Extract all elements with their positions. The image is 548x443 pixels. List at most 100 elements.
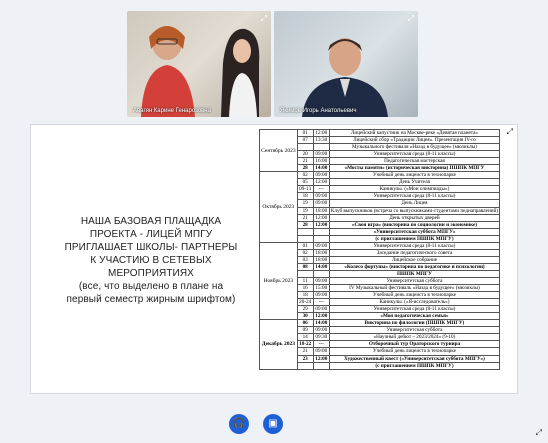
time-cell: 18:00 <box>312 206 330 215</box>
event-cell: День Учителя <box>328 178 501 187</box>
expand-icon[interactable]: ⤢ <box>536 428 542 438</box>
time-cell: 15:00 <box>312 284 330 293</box>
event-cell: Лицейский капустник на Москве-реке «Девя… <box>328 128 501 138</box>
expand-icon[interactable]: ⤢ <box>408 14 414 24</box>
day-cell: 21 <box>296 213 314 222</box>
event-cell: «Своя игра» (викторина по социологии и э… <box>328 220 501 229</box>
time-cell <box>312 227 330 236</box>
time-cell: 12:00 <box>312 213 330 222</box>
time-cell: 09:00 <box>312 150 330 159</box>
time-cell: 12:00 <box>312 312 330 321</box>
time-cell: 09:00 <box>312 192 330 201</box>
event-cell: День Лицея <box>328 199 501 208</box>
day-cell <box>296 361 314 370</box>
time-cell: 12:00 <box>312 128 330 138</box>
day-cell: 02 <box>296 248 314 257</box>
day-cell: 16 <box>296 284 314 293</box>
expand-icon[interactable]: ⤢ <box>261 14 267 24</box>
event-cell: «Научный дебют – 2023/2024» (9-10) <box>328 333 501 342</box>
day-cell: 06 <box>296 319 314 328</box>
day-cell: 02 <box>296 171 314 180</box>
camera-off-icon: ▣ <box>268 418 278 429</box>
participant-2-video-icon <box>302 38 388 117</box>
day-cell: 19 <box>296 199 314 208</box>
month-cell: Декабрь 2023 <box>259 319 298 370</box>
month-cell: Сентябрь 2023 <box>259 128 298 173</box>
time-cell: 09:00 <box>312 326 330 335</box>
camera-button[interactable]: ▣ <box>263 414 283 434</box>
day-cell: 18 <box>296 192 314 201</box>
event-cell: (с приглашением ПШПК МПГУ) <box>328 234 501 243</box>
event-cell: «Колесо фортуны» (викторина по педагогик… <box>328 262 501 271</box>
day-cell: 28 <box>296 220 314 229</box>
time-cell: 09:00 <box>312 305 330 314</box>
event-cell: Университетская среда (8-11 классы) <box>328 192 501 201</box>
slide-headline: НАША БАЗОВАЯ ПЛАЩАДКА ПРОЕКТА - ЛИЦЕЙ МП… <box>64 216 238 279</box>
participant-name: Авагян Карине Генарозовна <box>133 108 211 114</box>
event-cell: ПШПК МПГУ <box>328 269 501 278</box>
schedule-row: Декабрь 2023 06 14:00 Викторина по филологи… <box>259 319 501 370</box>
audio-button[interactable]: 🎧 <box>229 414 249 434</box>
day-cell: 20-24 <box>296 298 314 307</box>
time-cell: --- <box>312 298 330 307</box>
day-cell: 08 <box>296 262 314 271</box>
schedule-row: Сентябрь 2023 01 12:00 Лицейский капустник … <box>259 128 501 173</box>
month-cell: Ноябрь 2023 <box>259 241 298 321</box>
time-cell: 12:00 <box>312 354 330 363</box>
day-cell: 29 <box>296 305 314 314</box>
time-cell <box>312 269 330 278</box>
participant-tile-2[interactable]: ⤢ Якимов Игорь Анатольевич <box>274 11 418 117</box>
day-cell: 09-13 <box>296 185 314 194</box>
time-cell: 18:00 <box>312 255 330 264</box>
day-cell: 11 <box>296 276 314 286</box>
time-cell: 12:00 <box>312 178 330 187</box>
event-cell: «Мосты памяти» (историческая викторина) … <box>328 164 501 173</box>
event-cell: День открытых дверей <box>328 213 501 222</box>
slide-left-text: НАША БАЗОВАЯ ПЛАЩАДКА ПРОЕКТА - ЛИЦЕЙ МП… <box>61 215 241 306</box>
event-cell: Отборочный тур Ораторского турнира <box>328 340 501 349</box>
time-cell: 14:00 <box>312 319 330 328</box>
schedule-table: Сентябрь 2023 01 12:00 Лицейский капустник … <box>259 128 501 370</box>
time-cell <box>312 143 330 152</box>
time-cell: 14:00 <box>312 164 330 173</box>
time-cell: 09:30 <box>312 333 330 342</box>
time-cell: 09:00 <box>312 241 330 250</box>
slide-note: (все, что выделено в плане на первый сем… <box>66 281 236 305</box>
time-cell: 14:00 <box>312 262 330 271</box>
day-cell: 23 <box>296 354 314 363</box>
day-cell: 05 <box>296 178 314 187</box>
day-cell <box>296 143 314 152</box>
time-cell: --- <box>312 340 330 349</box>
day-cell <box>296 227 314 236</box>
event-cell: «Университетская суббота МПГУ» <box>328 227 501 236</box>
day-cell: 19 <box>296 206 314 215</box>
event-cell: Викторина по филологии (ПШПК МПГУ) <box>328 319 501 328</box>
event-cell: Лицейский сбор «Традиции Лицея». Презент… <box>328 136 501 145</box>
day-cell: 20 <box>296 150 314 159</box>
time-cell: 09:00 <box>312 199 330 208</box>
day-cell: 14 <box>296 333 314 342</box>
participant-1-video-icon <box>141 26 195 117</box>
event-cell: Лицейское собрание <box>328 255 501 264</box>
event-cell: Заседание педагогического совета <box>328 248 501 257</box>
screen-share: ⤢ НАША БАЗОВАЯ ПЛАЩАДКА ПРОЕКТА - ЛИЦЕЙ … <box>30 124 518 394</box>
day-cell: 01 <box>296 128 314 138</box>
day-cell: 21 <box>296 347 314 356</box>
event-cell: Клуб выпускников (встреча со выпускникам… <box>328 206 501 215</box>
time-cell: 18:00 <box>312 248 330 257</box>
time-cell: 09:00 <box>312 347 330 356</box>
event-cell: Учебный день лицеиста в технопарке <box>328 347 501 356</box>
day-cell <box>296 234 314 243</box>
participant-tile-1[interactable]: ⤢ Авагян Карине Генарозовна <box>127 11 271 117</box>
event-cell: Музыкального фестиваля «Назад в будущее»… <box>328 143 501 152</box>
event-cell: «Моя педагогическая семья» <box>328 312 501 321</box>
month-cell: Октябрь 2023 <box>259 171 298 243</box>
control-bar: 🎧 ▣ ⤢ <box>0 398 548 443</box>
fullscreen-icon[interactable]: ⤢ <box>507 127 513 137</box>
video-tiles: ⤢ Авагян Карине Генарозовна ⤢ Якимов Иго… <box>127 11 421 117</box>
event-cell: IV Музыкальный фестиваль «Назад в будуще… <box>328 284 501 293</box>
event-cell: Художественный квест («Университетская с… <box>328 354 501 363</box>
event-cell: Учебный день лицеиста в технопарке <box>328 291 501 300</box>
event-cell: Каникулы. («Я-исследователь») <box>328 298 501 307</box>
time-cell <box>312 361 330 370</box>
